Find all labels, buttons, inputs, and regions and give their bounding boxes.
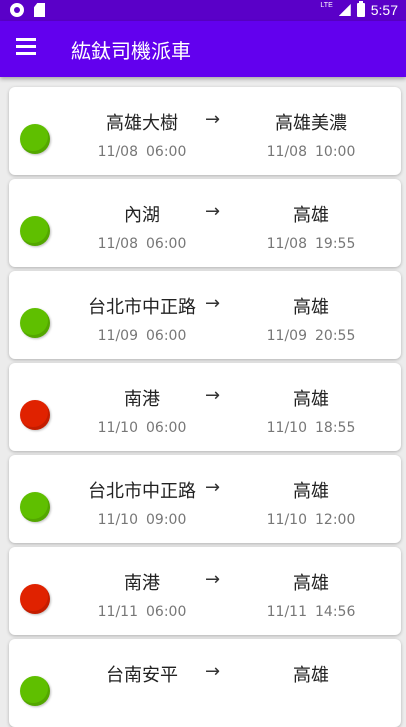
origin-label: 高雄大樹 — [106, 113, 178, 134]
depart-time: 06:00 — [146, 236, 187, 252]
origin-label: 台北市中正路 — [88, 481, 196, 502]
depart-time: 06:00 — [146, 604, 187, 620]
trip-card[interactable]: 台北市中正路 → 高雄 11/10 09:00 11/10 12:00 — [9, 455, 401, 543]
status-dot — [20, 676, 50, 706]
arrive-datetime: 11/08 19:55 — [236, 236, 386, 252]
arrow-icon: → — [205, 661, 221, 682]
trip-card[interactable]: 南港 → 高雄 11/10 06:00 11/10 18:55 — [9, 363, 401, 451]
trip-card[interactable]: 南港 → 高雄 11/11 06:00 11/11 14:56 — [9, 547, 401, 635]
depart-datetime: 11/11 06:00 — [67, 604, 217, 620]
arrive-date: 11/08 — [266, 144, 307, 160]
arrive-time: 14:56 — [315, 604, 356, 620]
trip-card[interactable]: 內湖 → 高雄 11/08 06:00 11/08 19:55 — [9, 179, 401, 267]
depart-time: 06:00 — [146, 420, 187, 436]
depart-datetime: 11/08 06:00 — [67, 236, 217, 252]
destination-label: 高雄 — [293, 665, 329, 686]
trip-card[interactable]: 台北市中正路 → 高雄 11/09 06:00 11/09 20:55 — [9, 271, 401, 359]
signal-icon — [338, 4, 351, 16]
clock: 5:57 — [370, 2, 398, 18]
arrive-datetime: 11/11 14:56 — [236, 604, 386, 620]
status-dot — [20, 492, 50, 522]
arrive-time: 10:00 — [315, 144, 356, 160]
battery-icon — [356, 1, 365, 17]
arrive-datetime: 11/09 20:55 — [236, 328, 386, 344]
origin-label: 台北市中正路 — [88, 297, 196, 318]
destination-label: 高雄 — [293, 205, 329, 226]
status-dot — [20, 216, 50, 246]
arrive-time: 12:00 — [315, 512, 356, 528]
status-dot — [20, 308, 50, 338]
arrive-date: 11/09 — [266, 328, 307, 344]
network-type: LTE — [320, 1, 333, 9]
origin-label: 南港 — [124, 389, 160, 410]
arrow-icon: → — [205, 569, 221, 590]
arrow-icon: → — [205, 477, 221, 498]
arrive-datetime: 11/08 10:00 — [236, 144, 386, 160]
depart-date: 11/11 — [97, 604, 138, 620]
destination-label: 高雄 — [293, 573, 329, 594]
depart-date: 11/09 — [97, 328, 138, 344]
arrow-icon: → — [205, 201, 221, 222]
arrive-datetime — [236, 696, 386, 712]
status-dot — [20, 400, 50, 430]
depart-datetime: 11/09 06:00 — [67, 328, 217, 344]
depart-time: 06:00 — [146, 328, 187, 344]
arrive-datetime: 11/10 18:55 — [236, 420, 386, 436]
arrive-date: 11/11 — [266, 604, 307, 620]
notification-icon — [10, 3, 24, 17]
depart-datetime: 11/08 06:00 — [67, 144, 217, 160]
origin-label: 台南安平 — [106, 665, 178, 686]
arrive-date: 11/08 — [266, 236, 307, 252]
status-bar: LTE 5:57 — [0, 0, 406, 21]
arrow-icon: → — [205, 385, 221, 406]
arrive-time: 19:55 — [315, 236, 356, 252]
depart-datetime: 11/10 06:00 — [67, 420, 217, 436]
page-title: 紘鈦司機派車 — [71, 39, 191, 63]
app-bar: 紘鈦司機派車 — [0, 21, 406, 77]
trip-card[interactable]: 高雄大樹 → 高雄美濃 11/08 06:00 11/08 10:00 — [9, 87, 401, 175]
depart-time: 09:00 — [146, 512, 187, 528]
destination-label: 高雄 — [293, 389, 329, 410]
depart-date: 11/10 — [97, 512, 138, 528]
origin-label: 南港 — [124, 573, 160, 594]
sd-card-icon — [34, 3, 45, 17]
depart-time: 06:00 — [146, 144, 187, 160]
destination-label: 高雄 — [293, 297, 329, 318]
menu-icon[interactable] — [16, 38, 38, 60]
status-dot — [20, 584, 50, 614]
arrow-icon: → — [205, 293, 221, 314]
destination-label: 高雄美濃 — [275, 113, 347, 134]
destination-label: 高雄 — [293, 481, 329, 502]
arrow-icon: → — [205, 109, 221, 130]
depart-datetime: 11/10 09:00 — [67, 512, 217, 528]
arrive-date: 11/10 — [266, 420, 307, 436]
arrive-time: 18:55 — [315, 420, 356, 436]
depart-datetime — [67, 696, 217, 712]
arrive-date: 11/10 — [266, 512, 307, 528]
trip-card[interactable]: 台南安平 → 高雄 — [9, 639, 401, 727]
arrive-datetime: 11/10 12:00 — [236, 512, 386, 528]
depart-date: 11/08 — [97, 236, 138, 252]
depart-date: 11/10 — [97, 420, 138, 436]
arrive-time: 20:55 — [315, 328, 356, 344]
depart-date: 11/08 — [97, 144, 138, 160]
status-dot — [20, 124, 50, 154]
origin-label: 內湖 — [124, 205, 160, 226]
